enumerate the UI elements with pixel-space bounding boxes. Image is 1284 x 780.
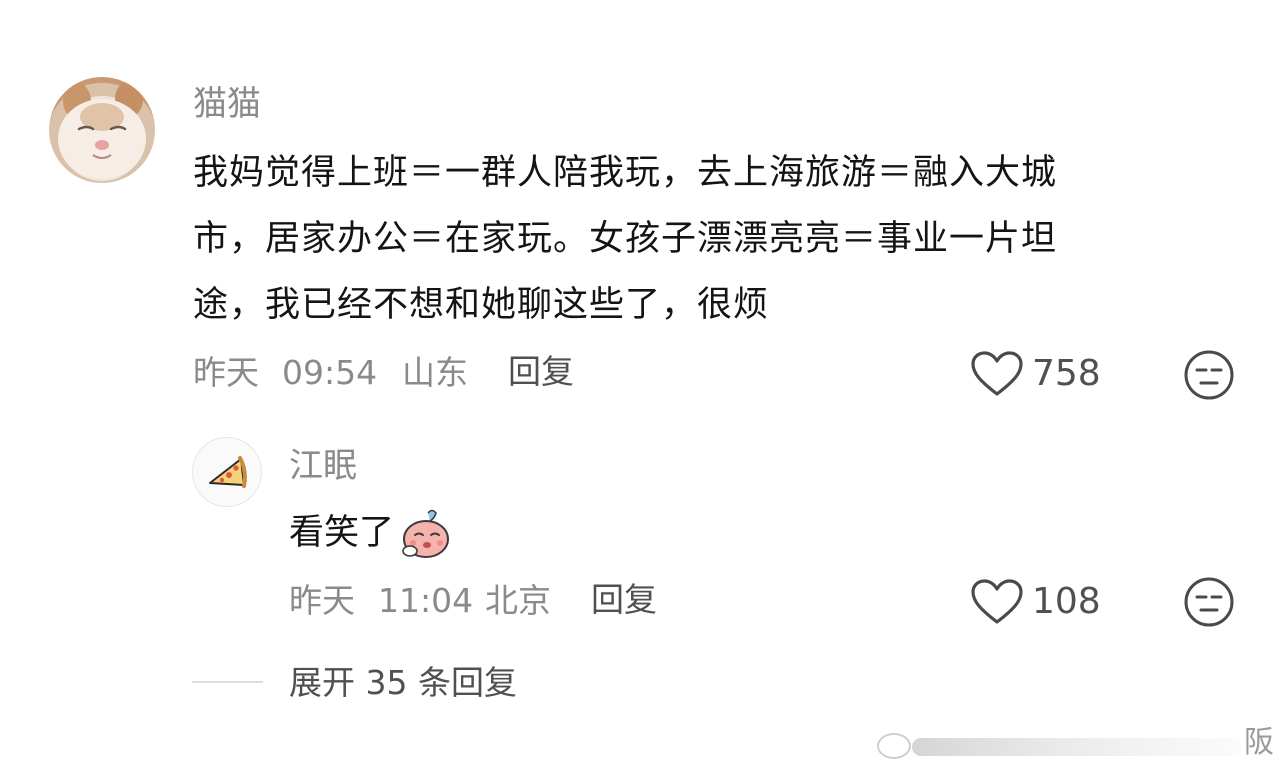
like-count: 758 [1032,353,1101,394]
comment-line: 我妈觉得上班＝一群人陪我玩，去上海旅游＝融入大城 [193,153,1058,193]
reply-like-count: 108 [1032,581,1101,622]
watermark-logo [877,733,1242,759]
reply-text: 看笑了 [289,513,395,553]
reply-button[interactable]: 回复 [508,355,574,388]
like-button[interactable]: 758 [970,350,1101,398]
watermark [872,722,1284,776]
comment-time: 09:54 [282,353,378,392]
reply-time: 11:04 [378,581,474,620]
comment-line: 途，我已经不想和她聊这些了，很烦 [193,285,770,325]
comment-date: 昨天 [193,353,259,392]
cat-avatar [58,81,146,179]
pizza-icon [209,456,247,488]
reply-content: 看笑了 [289,507,456,559]
reply-username[interactable]: 江眠 [289,449,357,483]
expand-divider [192,681,263,683]
unamused-face-icon [1184,577,1234,627]
heart-icon [971,351,1023,396]
watermark-text: 阪 [1244,725,1274,760]
sweating-blush-emoji [402,509,450,558]
comment-line: 市，居家办公＝在家玩。女孩子漂漂亮亮＝事业一片坦 [193,219,1058,259]
comment-username[interactable]: 猫猫 [193,87,261,121]
comment-text: 我妈觉得上班＝一群人陪我玩，去上海旅游＝融入大城 市，居家办公＝在家玩。女孩子漂… [193,140,1203,338]
unamused-face-icon [1184,350,1234,400]
reply-avatar[interactable] [192,437,262,507]
reply-location: 北京 [485,581,551,620]
reply-like-button[interactable]: 108 [970,578,1101,626]
dislike-button[interactable] [1183,349,1235,405]
reply-reply-button[interactable]: 回复 [591,583,657,616]
reply-date: 昨天 [289,581,355,620]
heart-icon [971,579,1023,624]
expand-replies-button[interactable]: 展开 35 条回复 [289,666,517,699]
comment-location: 山东 [402,353,468,392]
reply-dislike-button[interactable] [1183,576,1235,632]
user-avatar[interactable] [49,77,155,183]
